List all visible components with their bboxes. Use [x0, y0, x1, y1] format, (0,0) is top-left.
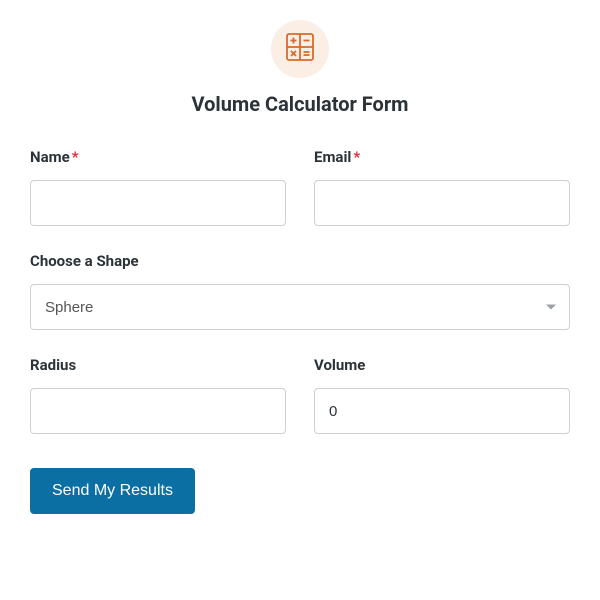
volume-label: Volume [314, 356, 570, 374]
email-input[interactable] [314, 180, 570, 226]
submit-button[interactable]: Send My Results [30, 468, 195, 514]
volume-field-group: Volume [314, 356, 570, 434]
page-title: Volume Calculator Form [30, 92, 570, 116]
required-mark: * [353, 148, 360, 166]
radius-field-group: Radius [30, 356, 286, 434]
name-label: Name* [30, 148, 286, 166]
calculator-icon [285, 32, 315, 66]
email-field-group: Email* [314, 148, 570, 226]
volume-input[interactable] [314, 388, 570, 434]
required-mark: * [72, 148, 79, 166]
name-input[interactable] [30, 180, 286, 226]
shape-label: Choose a Shape [30, 252, 570, 270]
shape-select[interactable]: Sphere [30, 284, 570, 330]
email-label-text: Email [314, 148, 351, 166]
radius-input[interactable] [30, 388, 286, 434]
name-label-text: Name [30, 148, 70, 166]
radius-label: Radius [30, 356, 286, 374]
shape-select-wrap: Sphere [30, 284, 570, 330]
shape-field-group: Choose a Shape Sphere [30, 252, 570, 330]
header-icon-wrap [271, 20, 329, 78]
email-label: Email* [314, 148, 570, 166]
name-field-group: Name* [30, 148, 286, 226]
